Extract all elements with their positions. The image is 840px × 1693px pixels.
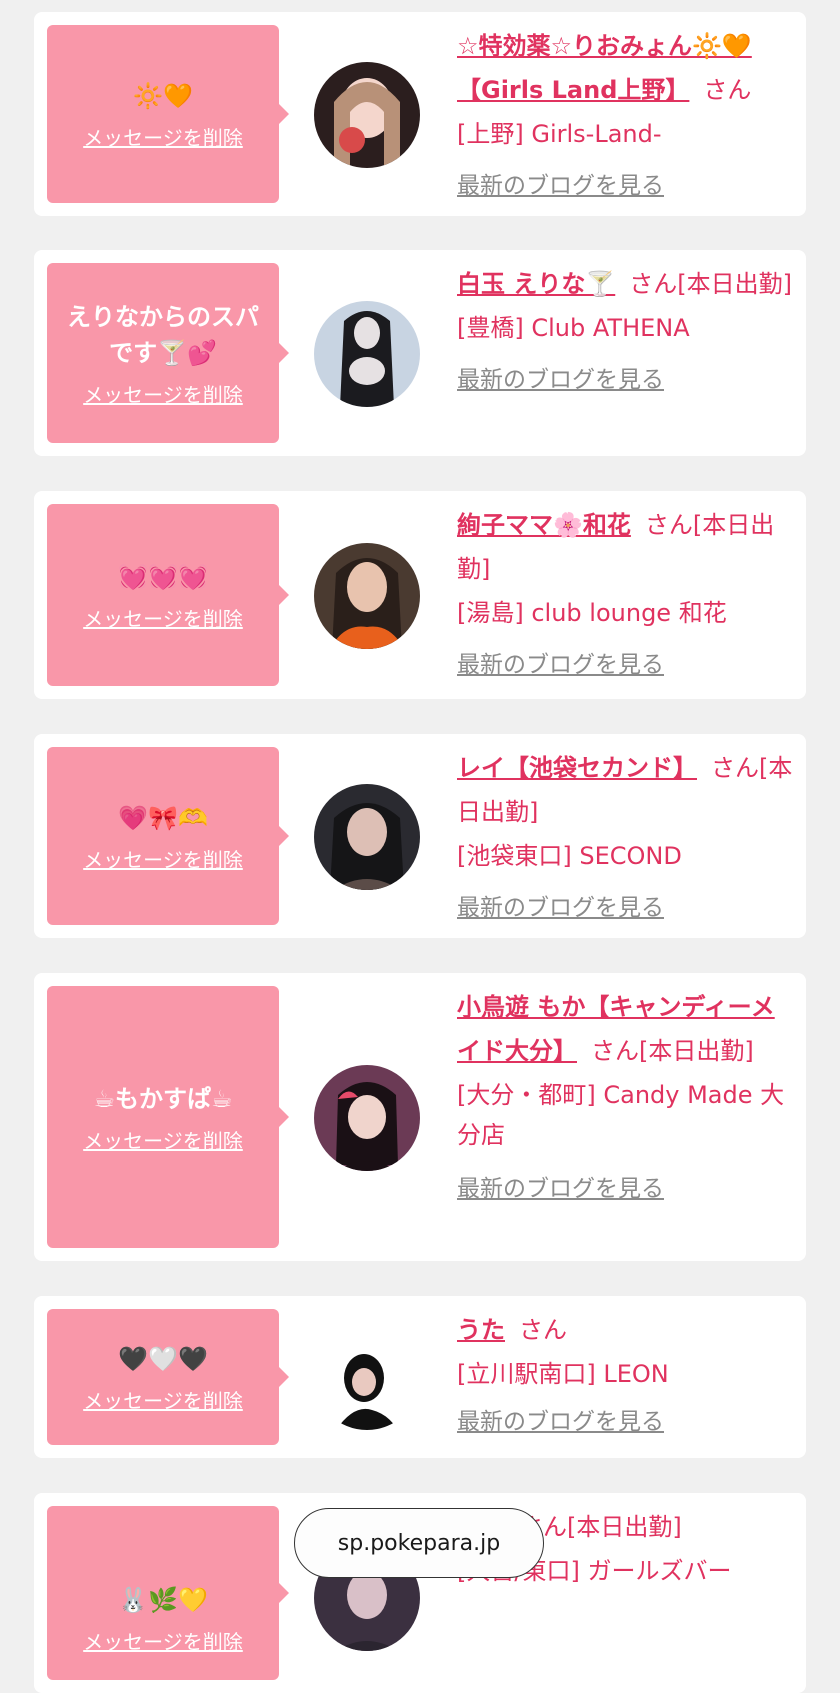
avatar[interactable] — [314, 1324, 420, 1430]
message-bubble: 🐰🌿💛 メッセージを削除 — [47, 1506, 289, 1680]
cast-info: 絢子ママ🌸和花 さん[本日出勤] [湯島] club lounge 和花 最新のブ… — [457, 503, 793, 687]
latest-blog-link[interactable]: 最新のブログを見る — [457, 1167, 664, 1211]
delete-message-link[interactable]: メッセージを削除 — [83, 122, 243, 151]
list-item: 🖤🤍🖤 メッセージを削除 うた さん [立川駅南口] LEON 最新のブログを見る — [34, 1296, 806, 1458]
shop-name: [立川駅南口] LEON — [457, 1360, 669, 1388]
latest-blog-link[interactable]: 最新のブログを見る — [457, 1400, 664, 1444]
delete-message-link[interactable]: メッセージを削除 — [83, 844, 243, 873]
avatar[interactable] — [314, 1065, 420, 1171]
message-text: 🖤🤍🖤 — [118, 1344, 208, 1373]
message-bubble: ☕もかすぱ☕ メッセージを削除 — [47, 986, 289, 1248]
message-bubble: 💓💓💓 メッセージを削除 — [47, 504, 289, 686]
delete-message-link[interactable]: メッセージを削除 — [83, 1125, 243, 1154]
cast-suffix: さん[本日出勤] — [591, 1037, 754, 1065]
cast-info: 小鳥遊 もか【キャンディーメイド大分】 さん[本日出勤] [大分・都町] Cand… — [457, 985, 793, 1211]
cast-info: うた さん [立川駅南口] LEON 最新のブログを見る — [457, 1308, 793, 1444]
message-text: えりなからのスパです🍸💕 — [67, 302, 259, 367]
avatar[interactable] — [314, 784, 420, 890]
delete-message-link[interactable]: メッセージを削除 — [83, 379, 243, 408]
avatar[interactable] — [314, 543, 420, 649]
avatar[interactable] — [314, 301, 420, 407]
message-text: 💓💓💓 — [118, 562, 208, 591]
avatar[interactable] — [314, 62, 420, 168]
message-bubble: 🔆🧡 メッセージを削除 — [47, 25, 289, 203]
cast-info: 白玉 えりな🍸 さん[本日出勤] [豊橋] Club ATHENA 最新のブログを… — [457, 262, 793, 402]
domain-text: sp.pokepara.jp — [337, 1530, 501, 1556]
message-text: 🔆🧡 — [133, 81, 193, 110]
message-text: 💗🎀🫶 — [118, 803, 208, 832]
list-item: ☕もかすぱ☕ メッセージを削除 小鳥遊 もか【キャンディーメイド大分】 さん[本日… — [34, 973, 806, 1261]
cast-info: レイ【池袋セカンド】 さん[本日出勤] [池袋東口] SECOND 最新のブログを… — [457, 746, 793, 930]
latest-blog-link[interactable]: 最新のブログを見る — [457, 164, 664, 208]
shop-name: [池袋東口] SECOND — [457, 842, 682, 870]
message-text: 🐰🌿💛 — [118, 1586, 208, 1614]
cast-suffix: さん — [703, 76, 752, 104]
message-text: ☕もかすぱ☕ — [93, 1084, 233, 1113]
list-item: 💗🎀🫶 メッセージを削除 レイ【池袋セカンド】 さん[本日出勤] [池袋東口] S… — [34, 734, 806, 938]
delete-message-link[interactable]: メッセージを削除 — [83, 1626, 243, 1655]
cast-name-link[interactable]: 絢子ママ🌸和花 — [457, 511, 631, 539]
cast-name-link[interactable]: うた — [457, 1316, 505, 1344]
delete-message-link[interactable]: メッセージを削除 — [83, 1385, 243, 1414]
cast-suffix: さん[本日出勤] — [629, 270, 792, 298]
shop-name: [湯島] club lounge 和花 — [457, 599, 727, 627]
message-bubble: えりなからのスパです🍸💕 メッセージを削除 — [47, 263, 289, 443]
message-bubble: 💗🎀🫶 メッセージを削除 — [47, 747, 289, 925]
list-item: 🔆🧡 メッセージを削除 ☆特効薬☆りおみょん🔆🧡【Girls Land上野】 さん… — [34, 12, 806, 216]
delete-message-link[interactable]: メッセージを削除 — [83, 603, 243, 632]
latest-blog-link[interactable]: 最新のブログを見る — [457, 643, 664, 687]
shop-name: [豊橋] Club ATHENA — [457, 314, 690, 342]
message-bubble: 🖤🤍🖤 メッセージを削除 — [47, 1309, 289, 1445]
latest-blog-link[interactable]: 最新のブログを見る — [457, 358, 664, 402]
cast-info: ☆特効薬☆りおみょん🔆🧡【Girls Land上野】 さん [上野] Girls-… — [457, 24, 793, 208]
cast-name-link[interactable]: 白玉 えりな🍸 — [457, 270, 615, 298]
list-item: えりなからのスパです🍸💕 メッセージを削除 白玉 えりな🍸 さん[本日出勤] [豊… — [34, 250, 806, 456]
latest-blog-link[interactable]: 最新のブログを見る — [457, 886, 664, 930]
list-item: 💓💓💓 メッセージを削除 絢子ママ🌸和花 さん[本日出勤] [湯島] club l… — [34, 491, 806, 699]
cast-name-link[interactable]: レイ【池袋セカンド】 — [457, 754, 697, 782]
cast-suffix: さん — [519, 1316, 567, 1344]
shop-name: [上野] Girls-Land- — [457, 120, 662, 148]
shop-name: [大分・都町] Candy Made 大分店 — [457, 1081, 785, 1149]
browser-domain-pill[interactable]: sp.pokepara.jp — [294, 1508, 544, 1578]
